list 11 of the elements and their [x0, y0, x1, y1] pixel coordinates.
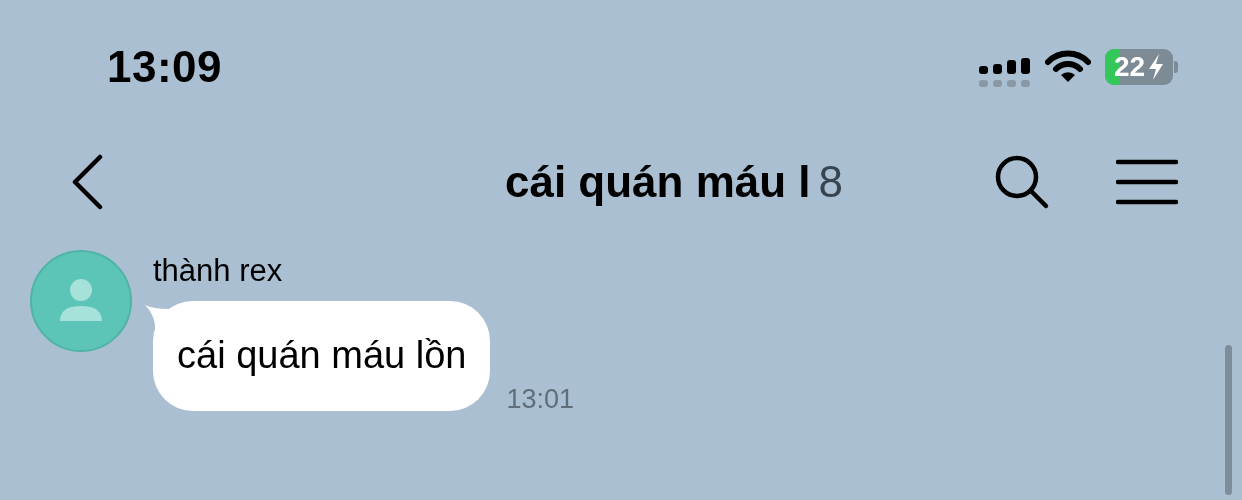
- signal-icon: [979, 58, 1031, 88]
- back-icon[interactable]: [70, 154, 104, 210]
- sender-name: thành rex: [153, 253, 284, 289]
- scrollbar[interactable]: [1225, 345, 1232, 495]
- menu-icon[interactable]: [1116, 159, 1178, 205]
- status-time: 13:09: [107, 42, 223, 92]
- message-time: 13:01: [506, 384, 574, 415]
- wifi-icon: [1045, 50, 1091, 84]
- search-icon[interactable]: [994, 154, 1050, 210]
- member-count: 8: [818, 157, 844, 207]
- chat-title: cái quán máu l: [504, 157, 811, 207]
